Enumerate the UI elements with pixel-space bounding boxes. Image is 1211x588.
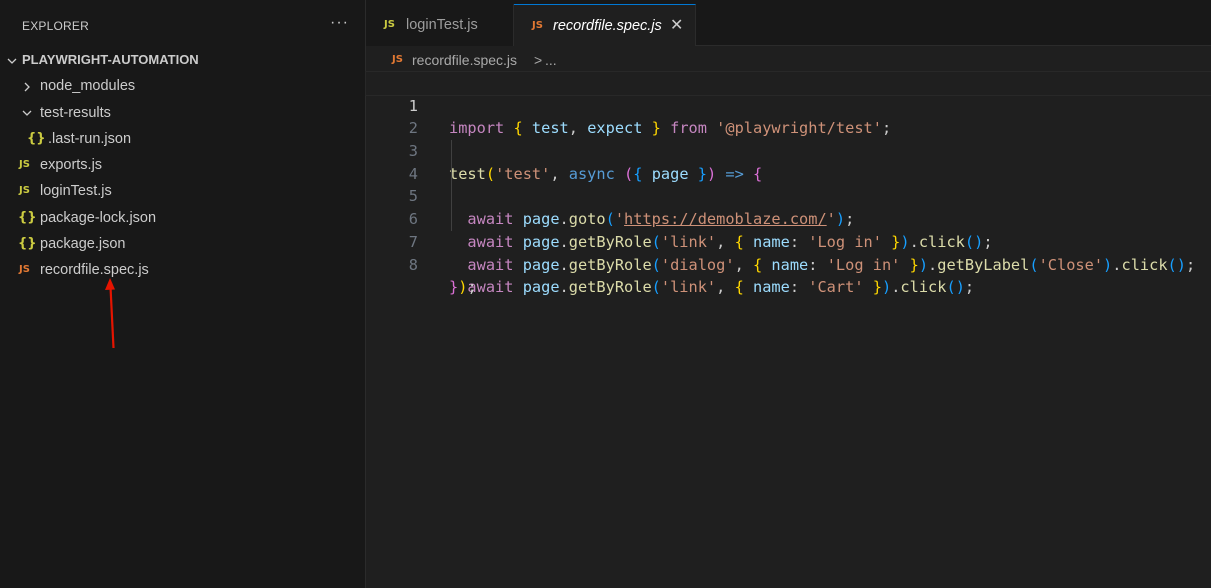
code-line[interactable]: 6 await page.getByRole('dialog', { name:… bbox=[366, 185, 1211, 274]
chevron-right-icon: > bbox=[534, 52, 543, 68]
indent-guide bbox=[451, 162, 452, 186]
tree-item-package-json[interactable]: {} package.json bbox=[0, 231, 365, 257]
code-text: await page.getByRole('link', { name: 'Ca… bbox=[467, 278, 975, 297]
code-line[interactable]: 1 import { test, expect } from '@playwri… bbox=[365, 71, 1211, 137]
tree-item-label: exports.js bbox=[40, 157, 103, 174]
tab-recordfile-spec-js[interactable]: JS recordfile.spec.js ✕ bbox=[514, 4, 696, 46]
code-line[interactable]: 2 bbox=[366, 95, 1211, 137]
close-icon[interactable]: ✕ bbox=[670, 5, 683, 47]
code-line[interactable]: 3 test('test', async ({ page }) => { bbox=[366, 117, 1211, 183]
tree-item-label: recordfile.spec.js bbox=[40, 262, 149, 279]
json-file-icon: {} bbox=[18, 209, 37, 225]
json-file-icon: {} bbox=[18, 236, 37, 252]
code-line[interactable]: 4 await page.goto('https://demoblaze.com… bbox=[366, 140, 1211, 228]
breadcrumb-file[interactable]: recordfile.spec.js bbox=[412, 48, 517, 72]
file-tree: PLAYWRIGHT-AUTOMATION node_modules test-… bbox=[0, 47, 365, 284]
explorer-header: EXPLORER ··· bbox=[0, 0, 365, 52]
code-editor[interactable]: 1 import { test, expect } from '@playwri… bbox=[365, 71, 1211, 297]
indent-guide bbox=[451, 140, 452, 163]
tree-item-label: .last-run.json bbox=[48, 130, 132, 147]
tree-item-test-results[interactable]: test-results bbox=[0, 100, 365, 126]
tree-item-label: node_modules bbox=[40, 78, 136, 95]
code-text: await page.getByRole('dialog', { name: '… bbox=[467, 255, 1196, 274]
tab-logintest-js[interactable]: JS loginTest.js bbox=[366, 4, 514, 46]
js-file-icon: JS bbox=[384, 19, 395, 30]
tree-item-node-modules[interactable]: node_modules bbox=[0, 73, 365, 99]
code-line[interactable]: 7 await page.getByRole('link', { name: '… bbox=[366, 208, 1211, 296]
json-file-icon: {} bbox=[27, 130, 46, 146]
explorer-title: EXPLORER bbox=[22, 19, 89, 33]
tree-item-package-lock-json[interactable]: {} package-lock.json bbox=[0, 205, 365, 231]
indent-guide bbox=[451, 185, 452, 209]
tree-item-label: loginTest.js bbox=[40, 183, 112, 200]
code-line[interactable]: 5 await page.getByRole('link', { name: '… bbox=[366, 162, 1211, 251]
code-text: }); bbox=[449, 278, 477, 297]
chevron-down-icon bbox=[20, 100, 34, 126]
tree-item-recordfile-spec-js[interactable]: JS recordfile.spec.js bbox=[0, 257, 365, 283]
tab-label: recordfile.spec.js bbox=[553, 18, 662, 34]
tree-root-folder[interactable]: PLAYWRIGHT-AUTOMATION bbox=[0, 47, 365, 73]
root-folder-label: PLAYWRIGHT-AUTOMATION bbox=[22, 52, 199, 67]
js-file-icon: JS bbox=[532, 20, 543, 31]
tree-item-label: package-lock.json bbox=[40, 209, 157, 226]
line-number: 8 bbox=[408, 255, 418, 274]
chevron-down-icon bbox=[5, 47, 19, 73]
indent-guide bbox=[451, 208, 452, 231]
breadcrumb: JS recordfile.spec.js > ... bbox=[366, 48, 1211, 72]
js-file-icon: JS bbox=[19, 159, 30, 171]
tree-item-label: package.json bbox=[40, 236, 126, 253]
tab-label: loginTest.js bbox=[406, 17, 478, 33]
tree-item-logintest-js[interactable]: JS loginTest.js bbox=[0, 178, 365, 204]
breadcrumb-more[interactable]: ... bbox=[545, 48, 557, 72]
tree-item-exports-js[interactable]: JS exports.js bbox=[0, 152, 365, 178]
editor-area: JS loginTest.js JS recordfile.spec.js ✕ … bbox=[365, 0, 1211, 588]
tree-item-last-run-json[interactable]: {} .last-run.json bbox=[0, 126, 365, 152]
explorer-sidebar: EXPLORER ··· PLAYWRIGHT-AUTOMATION node_… bbox=[0, 0, 366, 588]
annotation-arrow-icon bbox=[105, 278, 115, 349]
js-file-icon: JS bbox=[19, 264, 30, 276]
code-line[interactable]: 8 }); bbox=[366, 231, 1211, 297]
chevron-right-icon bbox=[20, 73, 34, 99]
tab-bar: JS loginTest.js JS recordfile.spec.js ✕ bbox=[366, 0, 1211, 46]
tree-item-label: test-results bbox=[40, 104, 111, 121]
js-file-icon: JS bbox=[392, 54, 403, 65]
more-actions-icon[interactable]: ··· bbox=[330, 14, 349, 32]
js-file-icon: JS bbox=[19, 185, 30, 197]
